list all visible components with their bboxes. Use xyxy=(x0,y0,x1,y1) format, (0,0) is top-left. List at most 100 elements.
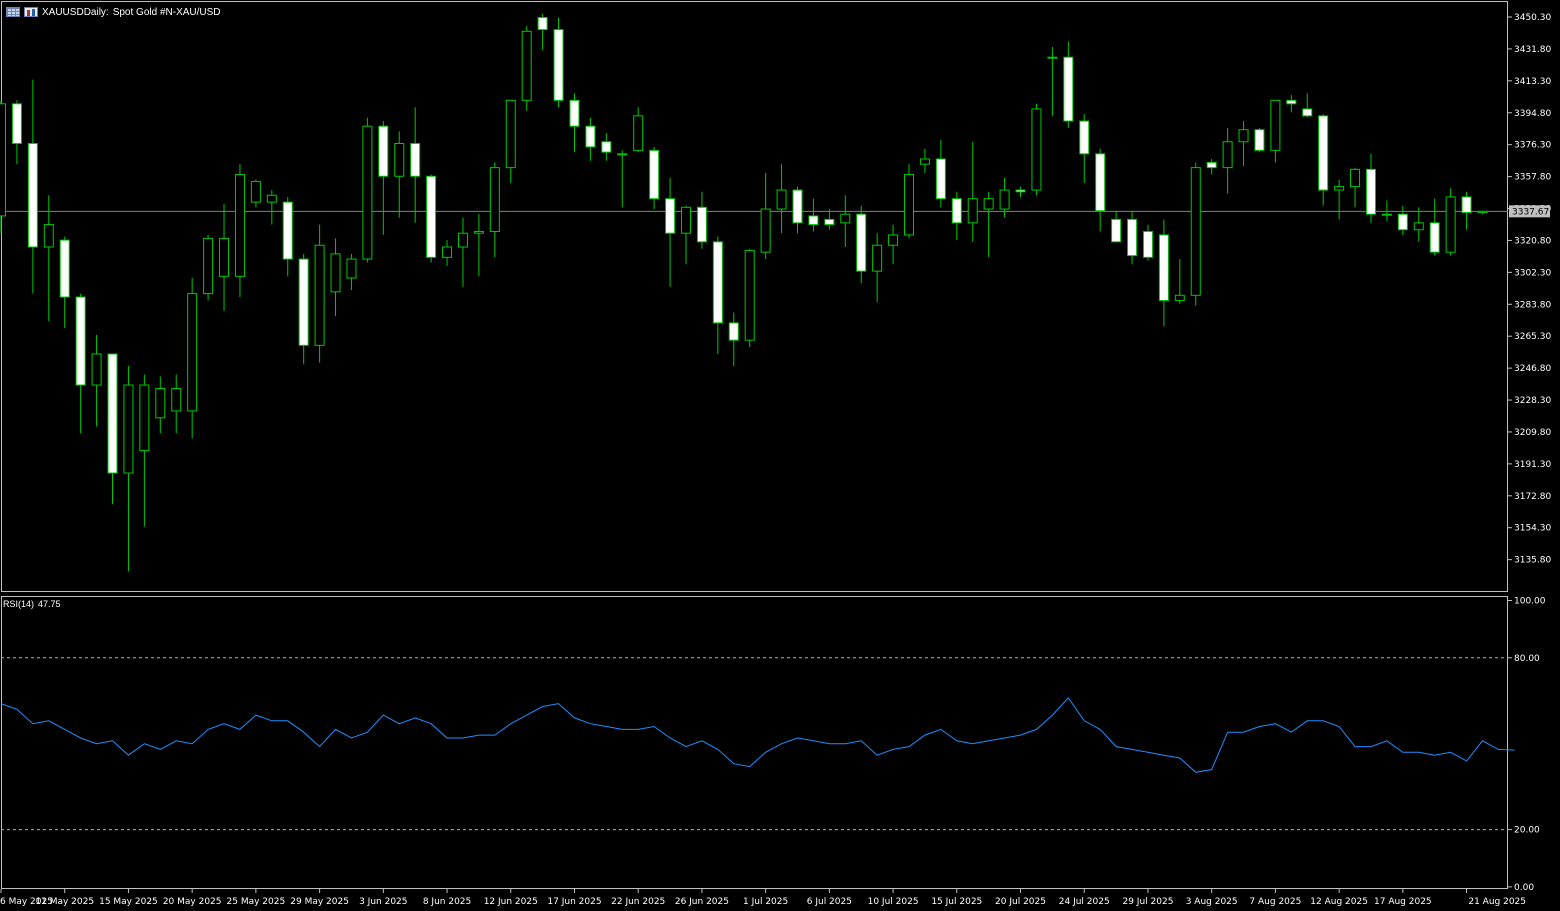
candle-body xyxy=(442,246,453,258)
time-tick-label: 8 Jun 2025 xyxy=(423,897,471,907)
candle-body xyxy=(919,158,930,165)
time-tick-label: 10 Jul 2025 xyxy=(868,897,919,907)
candle-body xyxy=(521,30,532,101)
candle-body xyxy=(250,180,261,203)
candle xyxy=(521,26,532,111)
candle-body xyxy=(904,174,915,236)
candle-body xyxy=(1302,108,1313,117)
candle-body xyxy=(139,384,150,452)
candle-body xyxy=(203,237,214,295)
time-tick-label: 24 Jul 2025 xyxy=(1059,897,1110,907)
candle-body xyxy=(489,167,500,232)
candle-body xyxy=(1142,230,1153,258)
candle-body xyxy=(426,175,437,258)
candle-body xyxy=(362,125,373,260)
time-tick-label: 12 Jun 2025 xyxy=(484,897,538,907)
time-tick-label: 15 Jul 2025 xyxy=(931,897,982,907)
candle xyxy=(1445,188,1456,256)
candle-body xyxy=(601,141,612,153)
rsi-title: RSI(14) 47.75 xyxy=(3,599,61,609)
candle xyxy=(0,100,6,234)
candle xyxy=(856,205,867,284)
candle-body xyxy=(744,249,755,341)
candle-body xyxy=(1477,210,1488,213)
time-tick-label: 7 Aug 2025 xyxy=(1249,897,1301,907)
chart-canvas: 3450.30 3431.80 3413.30 3394.80 3376.30 3357.… xyxy=(0,0,1560,911)
price-tick-label: 3265.30 xyxy=(1514,332,1551,342)
candle-body xyxy=(1365,168,1376,215)
candle-body xyxy=(1079,120,1090,155)
candle-body xyxy=(1047,56,1058,59)
candle-body xyxy=(457,232,468,248)
candle-body xyxy=(0,103,6,217)
candle-body xyxy=(665,198,676,234)
candle-body xyxy=(75,296,86,386)
rsi-tick-label: 80.00 xyxy=(1514,654,1540,664)
candle-body xyxy=(1158,234,1169,301)
candle xyxy=(553,17,564,108)
candle xyxy=(203,234,214,301)
candle-body xyxy=(107,353,118,474)
candle-body xyxy=(187,293,198,412)
candle-body xyxy=(298,258,309,346)
candle-body xyxy=(585,125,596,148)
candle-body xyxy=(1270,99,1281,151)
candle-body xyxy=(553,29,564,101)
candle-body xyxy=(951,198,962,224)
candle xyxy=(362,117,373,263)
current-price-label-group: 3337.67 xyxy=(1509,205,1550,218)
time-tick-label: 21 Aug 2025 xyxy=(1468,897,1526,907)
candle-body xyxy=(346,258,357,279)
candle-body xyxy=(282,201,293,260)
candle-body xyxy=(1063,56,1074,122)
rsi-tick-label: 0.00 xyxy=(1514,883,1534,893)
price-tick-label: 3154.30 xyxy=(1514,524,1551,534)
candle-body xyxy=(983,198,994,210)
candle-body xyxy=(712,241,723,324)
candle-body xyxy=(1127,218,1138,257)
candle xyxy=(1031,103,1042,196)
candle-body xyxy=(1222,141,1233,169)
candle-body xyxy=(155,387,166,419)
time-tick-label: 17 Jun 2025 xyxy=(547,897,601,907)
candle-body xyxy=(1174,294,1185,301)
candle-body xyxy=(1206,161,1217,169)
time-tick-label: 3 Jun 2025 xyxy=(359,897,407,907)
candle-body xyxy=(792,189,803,224)
candle-body xyxy=(473,230,484,234)
candle-body xyxy=(266,194,277,203)
candle-body xyxy=(1397,213,1408,231)
candle-body xyxy=(696,206,707,243)
candle-body xyxy=(394,142,405,177)
rsi-value-text: 47.75 xyxy=(38,599,61,609)
candle-body xyxy=(378,125,389,177)
candle-body xyxy=(967,198,978,224)
price-tick-label: 3394.80 xyxy=(1514,109,1551,119)
price-tick-label: 3246.80 xyxy=(1514,364,1551,374)
grid-icon[interactable] xyxy=(6,7,20,17)
time-tick-label: 20 May 2025 xyxy=(163,897,222,907)
time-tick-label: 29 Jul 2025 xyxy=(1122,897,1173,907)
candle-body xyxy=(505,99,516,169)
candle-body xyxy=(1286,99,1297,105)
price-tick-label: 3283.80 xyxy=(1514,300,1551,310)
candle-body xyxy=(43,224,54,248)
rsi-label-text: RSI(14) xyxy=(3,599,35,609)
price-tick-label: 3191.30 xyxy=(1514,460,1551,470)
time-tick-label: 1 Jul 2025 xyxy=(743,897,788,907)
time-tick-label: 29 May 2025 xyxy=(290,897,349,907)
candle-body xyxy=(1238,129,1249,143)
candle xyxy=(744,248,755,348)
candle-body xyxy=(760,208,771,253)
price-tick-label: 3228.30 xyxy=(1514,396,1551,406)
candle-body xyxy=(633,115,644,151)
candle-body xyxy=(824,218,835,226)
candle-body xyxy=(1413,222,1424,231)
candle-body xyxy=(888,234,899,246)
candle-body xyxy=(1381,213,1392,216)
bar-chart-icon[interactable] xyxy=(24,7,38,17)
symbol-text: XAUUSD xyxy=(42,6,84,18)
candle-body xyxy=(219,237,230,277)
candle xyxy=(1254,127,1265,153)
candle-body xyxy=(569,99,580,127)
